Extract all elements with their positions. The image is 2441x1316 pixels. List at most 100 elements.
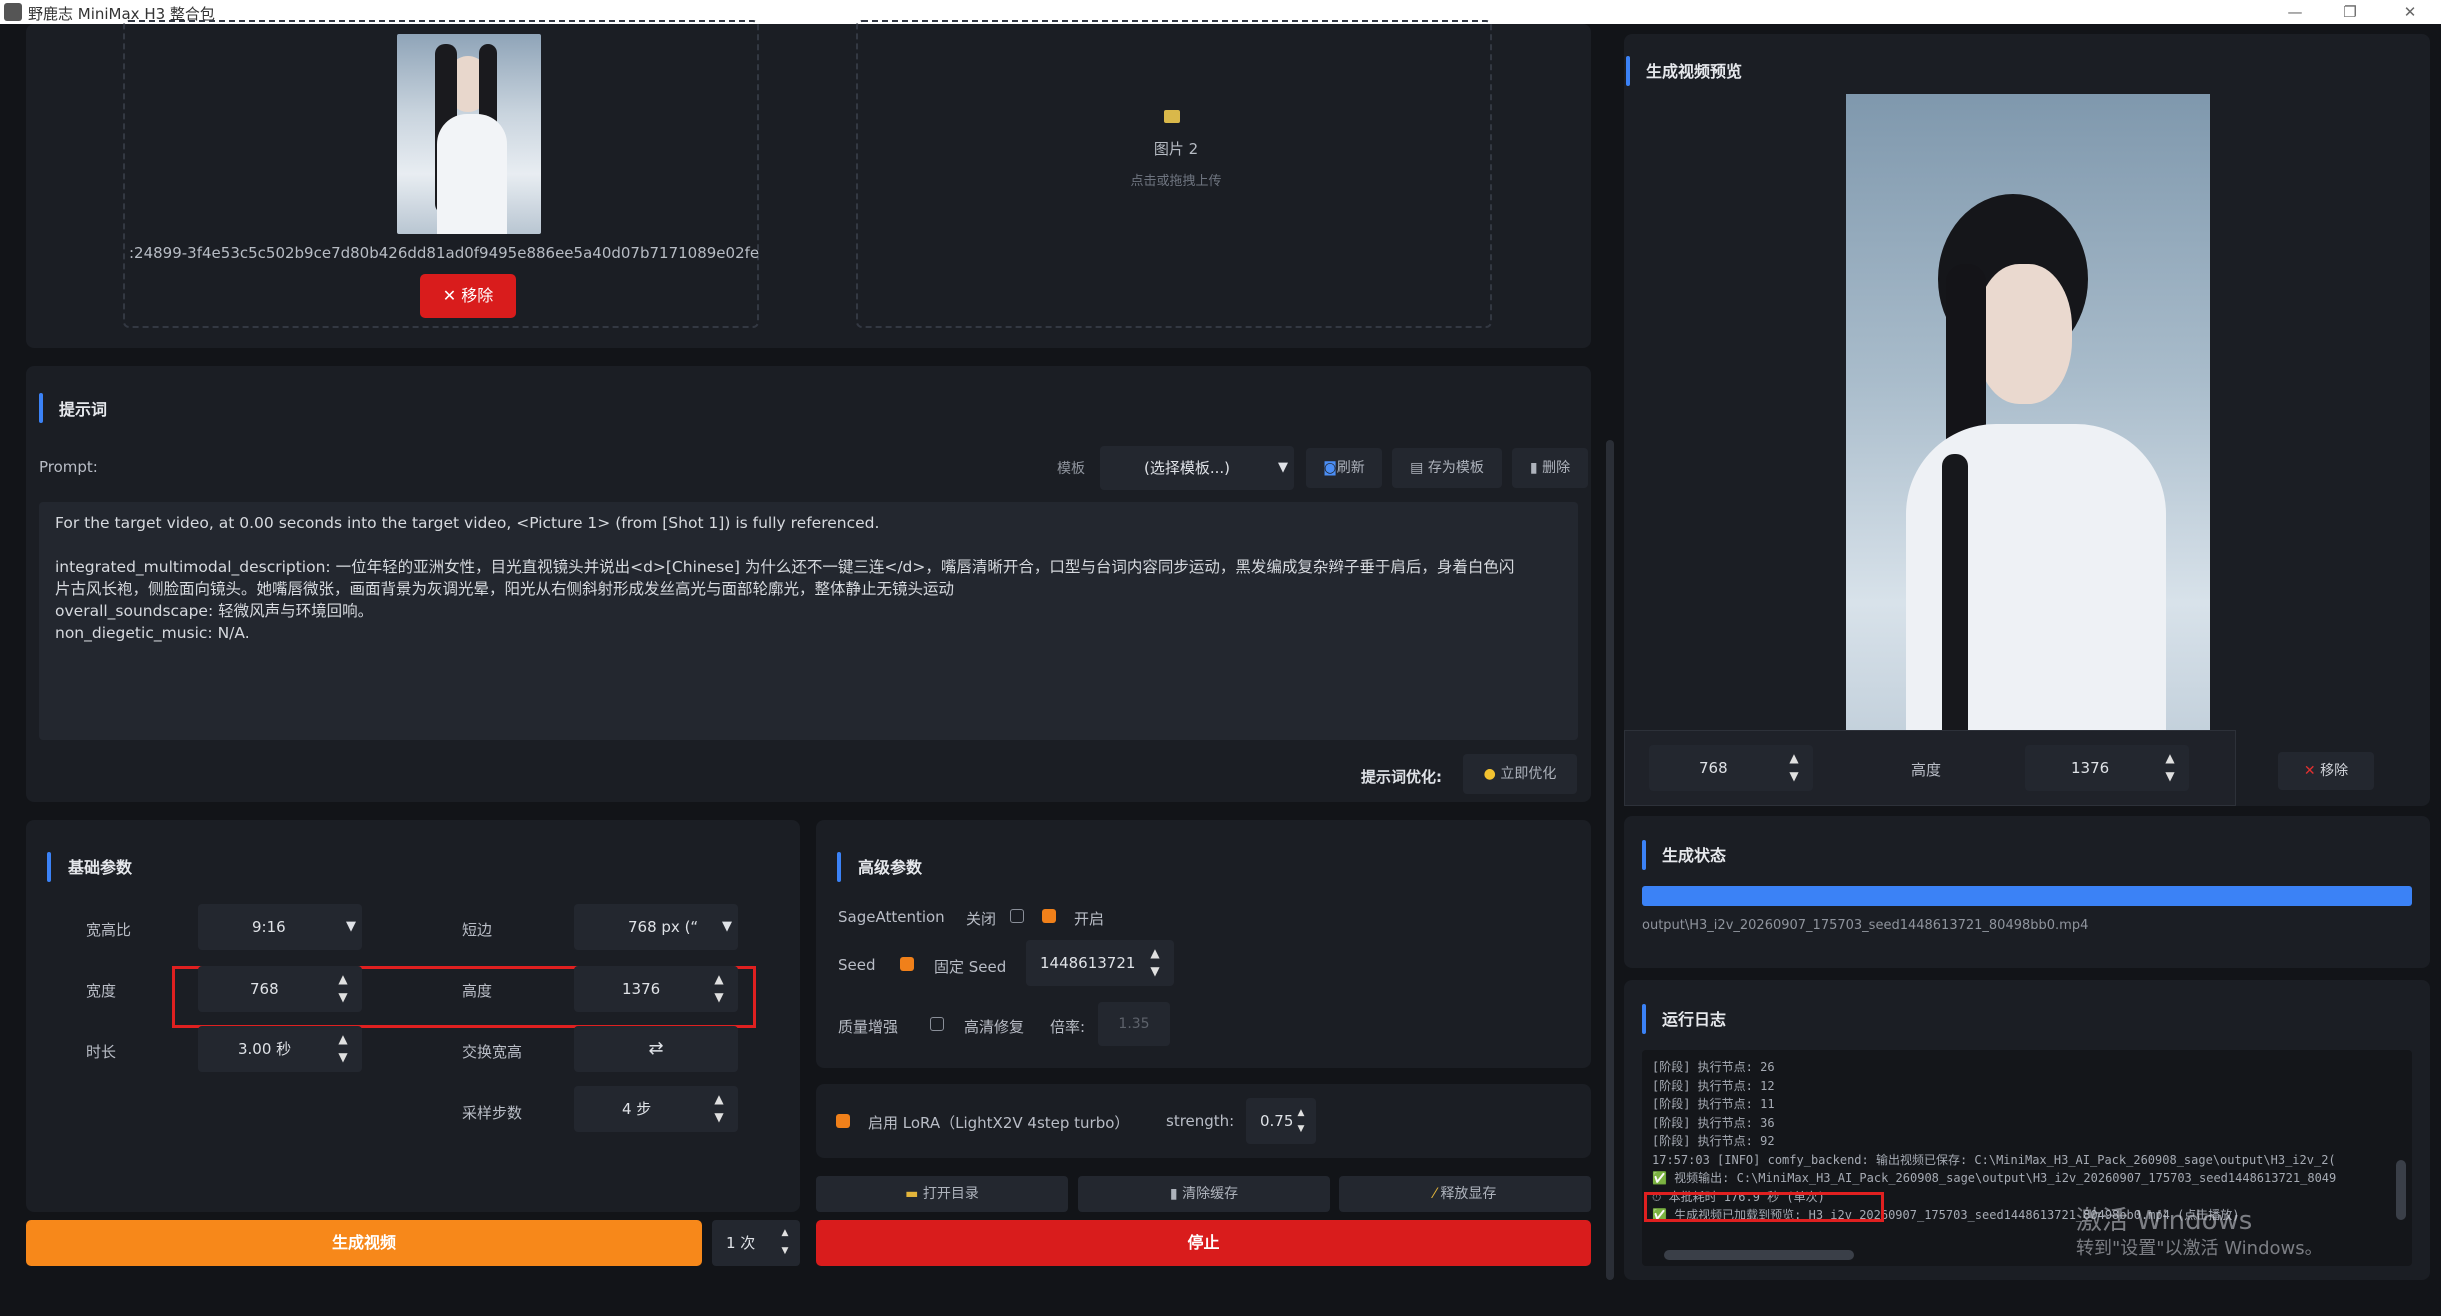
clear-cache-button[interactable]: ▮ 清除缓存 [1078, 1176, 1330, 1212]
refresh-template-button[interactable]: ◙刷新 [1306, 448, 1382, 488]
free-vram-button[interactable]: ⁄ 释放显存 [1339, 1176, 1591, 1212]
chevron-down-icon: ▼ [1278, 460, 1288, 475]
duration-input[interactable]: 3.00 秒 ▲ ▼ [198, 1026, 362, 1072]
strength-input[interactable]: 0.75 ▲ ▼ [1246, 1098, 1316, 1144]
short-side-label: 短边 [462, 921, 493, 939]
spinner-up-icon[interactable]: ▲ [770, 1226, 800, 1240]
refresh-icon: ◙ [1323, 460, 1337, 476]
hires-checkbox[interactable] [930, 1017, 944, 1031]
log-scrollbar-vertical[interactable] [2396, 1160, 2406, 1220]
sage-on-label: 开启 [1074, 910, 1105, 928]
preview-panel: 生成视频预览 768 ▲ ▼ 高度 1376 ▲ ▼ ✕ 移除 [1624, 34, 2430, 806]
spinner-up-icon[interactable]: ▲ [328, 1032, 358, 1046]
preview-size-bar: 768 ▲ ▼ 高度 1376 ▲ ▼ [1624, 730, 2236, 806]
preview-title: 生成视频预览 [1646, 62, 1743, 81]
main-scrollbar[interactable] [1606, 440, 1614, 1280]
sage-on-checkbox[interactable] [1042, 909, 1056, 923]
progress-track [1642, 886, 2412, 906]
height-label: 高度 [462, 982, 493, 1000]
aspect-label: 宽高比 [86, 921, 132, 939]
spinner-down-icon[interactable]: ▼ [704, 1110, 734, 1124]
seed-input[interactable]: 1448613721 ▲ ▼ [1026, 940, 1174, 986]
preview-video[interactable] [1846, 94, 2210, 730]
open-folder-button[interactable]: ▬ 打开目录 [816, 1176, 1068, 1212]
image2-dropzone[interactable]: 图片 2 点击或拖拽上传 [856, 20, 1492, 328]
width-input[interactable]: 768 ▲ ▼ [198, 966, 362, 1012]
close-button[interactable]: ✕ [2390, 0, 2430, 24]
spinner-up-icon[interactable]: ▲ [1140, 946, 1170, 960]
save-icon: ▤ [1410, 460, 1428, 476]
prompt-panel: 提示词 Prompt: 模板 (选择模板...) ▼ ◙刷新 ▤ 存为模板 ▮ … [26, 366, 1591, 802]
image1-dropzone[interactable]: :24899-3f4e53c5c502b9ce7d80b426dd81ad0f9… [123, 20, 759, 328]
sage-off-checkbox[interactable] [1010, 909, 1024, 923]
preview-remove-button[interactable]: ✕ 移除 [2278, 752, 2374, 790]
spinner-down-icon[interactable]: ▼ [328, 1050, 358, 1064]
template-select[interactable]: (选择模板...) ▼ [1100, 446, 1294, 490]
watermark-line1: 激活 Windows [2076, 1206, 2253, 1236]
short-side-select[interactable]: 768 px (“ ▼ [574, 904, 738, 950]
advanced-params-title: 高级参数 [858, 858, 923, 877]
sage-off-label: 关闭 [966, 910, 997, 928]
maximize-button[interactable]: ❐ [2330, 0, 2370, 24]
ratio-input[interactable]: 1.35 [1098, 1002, 1170, 1046]
template-label: 模板 [1057, 461, 1085, 477]
log-title: 运行日志 [1662, 1010, 1727, 1029]
status-title: 生成状态 [1662, 846, 1727, 865]
spinner-up-icon[interactable]: ▲ [1286, 1106, 1316, 1120]
log-scrollbar-horizontal[interactable] [1664, 1250, 1854, 1260]
lora-panel: 启用 LoRA（LightX2V 4step turbo） strength: … [816, 1084, 1591, 1158]
prompt-section-title: 提示词 [59, 400, 108, 419]
advanced-params-panel: 高级参数 SageAttention 关闭 开启 Seed 固定 Seed 14… [816, 820, 1591, 1068]
duration-label: 时长 [86, 1043, 117, 1061]
steps-input[interactable]: 4 步 ▲ ▼ [574, 1086, 738, 1132]
preview-height-label: 高度 [1911, 761, 1942, 779]
strength-label: strength: [1166, 1112, 1235, 1130]
preview-height-input[interactable]: 1376 ▲ ▼ [2025, 745, 2189, 791]
delete-template-button[interactable]: ▮ 删除 [1512, 448, 1588, 488]
image-icon [1164, 110, 1180, 123]
minimize-button[interactable]: — [2275, 0, 2315, 24]
close-icon: ✕ [2303, 763, 2321, 779]
fixed-seed-label: 固定 Seed [934, 958, 1007, 976]
spinner-up-icon[interactable]: ▲ [704, 972, 734, 986]
optimize-button[interactable]: ● 立即优化 [1463, 754, 1577, 794]
watermark-line2: 转到"设置"以激活 Windows。 [2076, 1238, 2323, 1259]
chevron-down-icon: ▼ [718, 904, 732, 950]
preview-width-input[interactable]: 768 ▲ ▼ [1649, 745, 1813, 791]
spinner-up-icon[interactable]: ▲ [1779, 751, 1809, 765]
save-template-button[interactable]: ▤ 存为模板 [1392, 448, 1502, 488]
chevron-down-icon: ▼ [346, 919, 356, 934]
remove-image-button[interactable]: ✕ 移除 [420, 274, 516, 318]
swap-button[interactable]: ⇄ [574, 1026, 738, 1072]
close-icon: ✕ [442, 286, 462, 305]
progress-fill [1642, 886, 2412, 906]
spinner-up-icon[interactable]: ▲ [328, 972, 358, 986]
optimize-label: 提示词优化: [1361, 768, 1442, 786]
spinner-down-icon[interactable]: ▼ [328, 990, 358, 1004]
aspect-select[interactable]: 9:16 ▼ [198, 904, 362, 950]
lora-checkbox[interactable] [836, 1114, 850, 1128]
spinner-down-icon[interactable]: ▼ [704, 990, 734, 1004]
spinner-up-icon[interactable]: ▲ [704, 1092, 734, 1106]
prompt-textarea[interactable]: For the target video, at 0.00 seconds in… [39, 502, 1578, 740]
status-panel: 生成状态 output\H3_i2v_20260907_175703_seed1… [1624, 816, 2430, 968]
spinner-down-icon[interactable]: ▼ [770, 1244, 800, 1258]
trash-icon: ▮ [1169, 1186, 1183, 1202]
folder-icon: ▬ [905, 1186, 923, 1202]
height-input[interactable]: 1376 ▲ ▼ [574, 966, 738, 1012]
spinner-down-icon[interactable]: ▼ [1779, 769, 1809, 783]
sage-label: SageAttention [838, 908, 945, 926]
hires-label: 高清修复 [964, 1018, 1025, 1036]
spinner-down-icon[interactable]: ▼ [1140, 964, 1170, 978]
run-count-input[interactable]: 1 次 ▲ ▼ [712, 1220, 800, 1266]
basic-params-title: 基础参数 [68, 858, 133, 877]
fixed-seed-checkbox[interactable] [900, 957, 914, 971]
spinner-up-icon[interactable]: ▲ [2155, 751, 2185, 765]
stop-button[interactable]: 停止 [816, 1220, 1591, 1266]
swap-icon: ⇄ [648, 1038, 664, 1059]
spinner-down-icon[interactable]: ▼ [2155, 769, 2185, 783]
prompt-label: Prompt: [39, 458, 98, 476]
generate-video-button[interactable]: 生成视频 [26, 1220, 702, 1266]
basic-params-panel: 基础参数 宽高比 9:16 ▼ 短边 768 px (“ ▼ 宽度 768 ▲ ▼ 高… [26, 820, 800, 1212]
spinner-down-icon[interactable]: ▼ [1286, 1122, 1316, 1136]
